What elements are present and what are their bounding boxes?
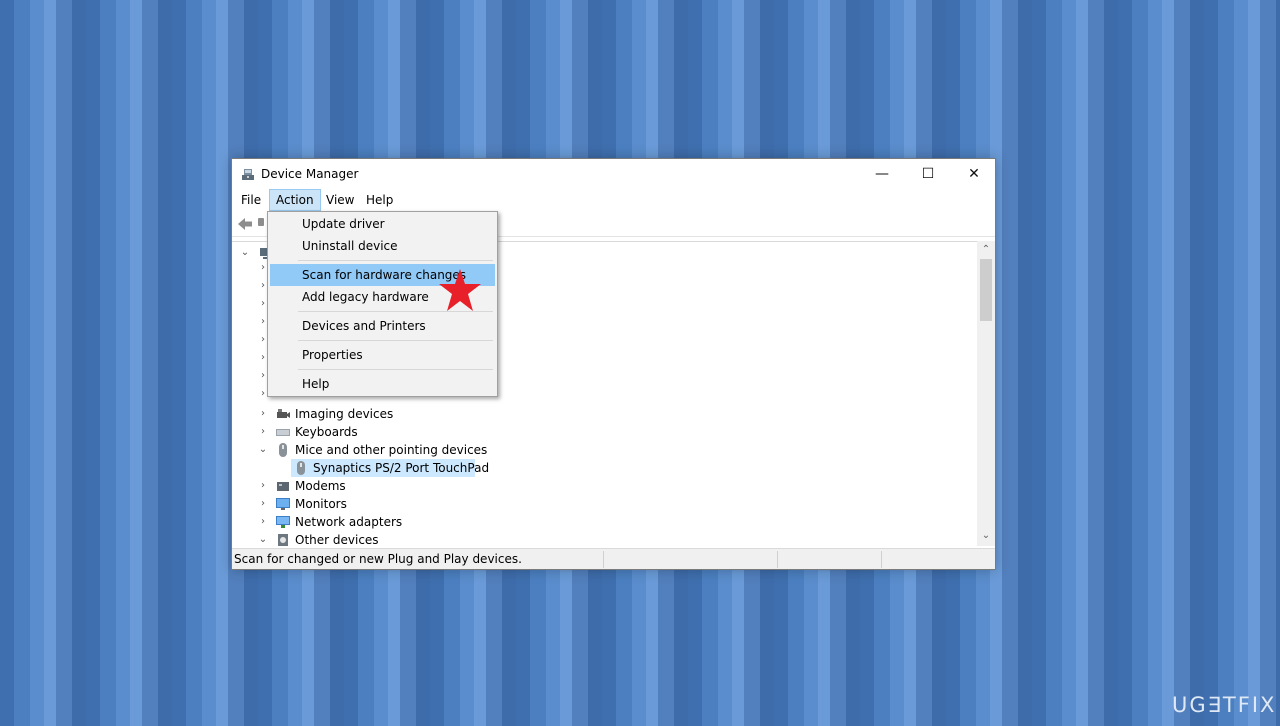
tree-item-modems[interactable]: › Modems (232, 477, 532, 495)
menu-item-properties[interactable]: Properties (270, 344, 495, 366)
tree-root-row[interactable]: ⌄ (232, 244, 272, 262)
title-bar[interactable]: Device Manager — ☐ ✕ (232, 159, 995, 189)
back-arrow-icon[interactable] (236, 215, 254, 233)
tree-item-keyboards[interactable]: › Keyboards (232, 423, 532, 441)
window-title: Device Manager (261, 167, 359, 181)
menu-item-uninstall-device[interactable]: Uninstall device (270, 235, 495, 257)
tree-item-label: Network adapters (295, 515, 403, 529)
status-text: Scan for changed or new Plug and Play de… (234, 552, 522, 566)
chevron-down-icon[interactable]: ⌄ (240, 244, 250, 262)
unknown-device-icon (278, 534, 288, 546)
modem-icon (277, 482, 289, 491)
tree-item-label: Modems (295, 479, 346, 493)
status-bar: Scan for changed or new Plug and Play de… (232, 548, 995, 569)
tree-item-label: Keyboards (295, 425, 358, 439)
close-button[interactable]: ✕ (951, 159, 997, 189)
tree-item-network-adapters[interactable]: › Network adapters (232, 513, 532, 531)
tree-item-other-devices[interactable]: ⌄ Other devices (232, 531, 532, 546)
menu-item-devices-and-printers[interactable]: Devices and Printers (270, 315, 495, 337)
keyboard-icon (276, 429, 290, 436)
network-icon (276, 516, 290, 528)
scroll-thumb[interactable] (980, 259, 992, 321)
tree-item-imaging-devices[interactable]: › Imaging devices (232, 405, 532, 423)
tree-item-synaptics-touchpad[interactable]: Synaptics PS/2 Port TouchPad (291, 459, 489, 477)
maximize-button[interactable]: ☐ (905, 159, 951, 189)
status-divider (777, 551, 778, 568)
status-divider (881, 551, 882, 568)
minimize-button[interactable]: — (859, 159, 905, 189)
chevron-right-icon[interactable]: › (258, 495, 268, 513)
mouse-icon (297, 461, 305, 475)
tree-item-label: Other devices (295, 533, 379, 546)
red-star-annotation-icon (439, 269, 481, 311)
vertical-scrollbar[interactable]: ⌃ ⌄ (977, 241, 995, 546)
menu-item-help[interactable]: Help (270, 373, 495, 395)
chevron-right-icon[interactable]: › (258, 423, 268, 441)
menu-action[interactable]: Action (269, 189, 321, 211)
status-divider (603, 551, 604, 568)
menu-file[interactable]: File (235, 189, 267, 211)
menu-item-update-driver[interactable]: Update driver (270, 213, 495, 235)
camera-icon (277, 409, 290, 418)
scroll-down-icon[interactable]: ⌄ (977, 529, 995, 543)
menu-separator (298, 260, 493, 261)
menu-help[interactable]: Help (360, 189, 399, 211)
menu-separator (298, 340, 493, 341)
scroll-up-icon[interactable]: ⌃ (977, 243, 995, 257)
menu-bar: File Action View Help (232, 189, 995, 211)
watermark-logo: UG∃TFIX (1172, 693, 1277, 717)
tree-item-monitors[interactable]: › Monitors (232, 495, 532, 513)
tree-item-label: Mice and other pointing devices (295, 443, 488, 457)
chevron-down-icon[interactable]: ⌄ (258, 531, 268, 546)
device-manager-icon (242, 169, 254, 180)
tree-item-label: Imaging devices (295, 407, 394, 421)
menu-separator (298, 369, 493, 370)
forward-button-partial[interactable] (258, 218, 264, 226)
chevron-right-icon[interactable]: › (258, 477, 268, 495)
monitor-icon (276, 498, 290, 510)
chevron-down-icon[interactable]: ⌄ (258, 441, 268, 459)
chevron-right-icon[interactable]: › (258, 405, 268, 423)
chevron-right-icon[interactable]: › (258, 513, 268, 531)
tree-item-label: Monitors (295, 497, 347, 511)
menu-view[interactable]: View (320, 189, 360, 211)
tree-item-mice[interactable]: ⌄ Mice and other pointing devices (232, 441, 532, 459)
tree-item-label: Synaptics PS/2 Port TouchPad (313, 461, 490, 475)
mouse-icon (279, 443, 287, 457)
